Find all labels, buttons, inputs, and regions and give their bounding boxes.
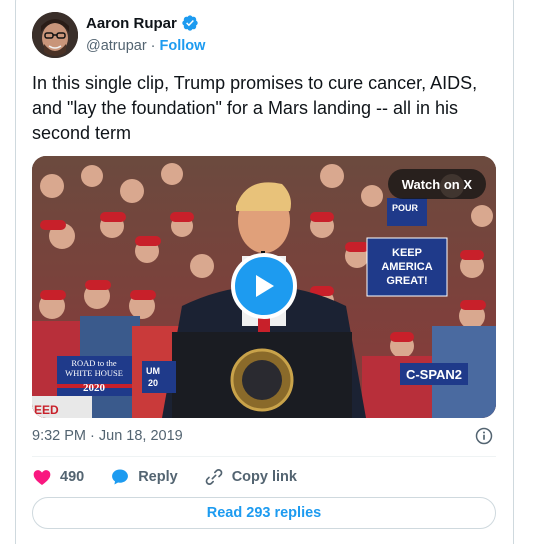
partial-sign-20: 20 [148, 378, 158, 388]
like-count: 490 [60, 469, 85, 485]
author-name[interactable]: Aaron Rupar [86, 15, 177, 32]
play-button[interactable] [231, 253, 297, 319]
copy-link-button[interactable]: Copy link [204, 467, 297, 487]
author-handle[interactable]: @atrupar [86, 38, 147, 54]
read-replies-button[interactable]: Read 293 replies [32, 497, 496, 529]
road-sign-line-1: ROAD to the [71, 358, 117, 368]
tweet-text: In this single clip, Trump promises to c… [32, 73, 478, 143]
partial-sign-eed: EED [34, 403, 59, 417]
video-player[interactable]: KEEP AMERICA GREAT! POUR ROAD to the WHI… [32, 156, 496, 418]
partial-sign-um: UM [146, 366, 160, 376]
verified-badge-icon [182, 15, 198, 31]
divider [32, 456, 496, 457]
cspan-logo: C-SPAN2 [406, 367, 462, 382]
reply-label: Reply [138, 469, 178, 485]
sign-line-1: KEEP [392, 247, 422, 259]
reply-button[interactable]: Reply [110, 467, 178, 487]
sign-line-3: GREAT! [386, 275, 427, 287]
copy-link-label: Copy link [231, 469, 297, 485]
avatar[interactable] [32, 12, 78, 58]
tweet-timestamp[interactable]: 9:32 PM · Jun 18, 2019 [32, 428, 183, 444]
road-sign-line-3: 2020 [83, 382, 106, 394]
follow-button[interactable]: Follow [160, 38, 206, 54]
link-icon [205, 469, 223, 485]
partial-sign-pour: POUR [392, 203, 419, 213]
separator-dot: · [150, 38, 156, 54]
action-bar: 490 Reply Copy link [32, 466, 323, 488]
heart-icon [33, 470, 51, 485]
play-icon [256, 275, 274, 297]
info-icon[interactable] [474, 426, 494, 446]
like-button[interactable]: 490 [32, 467, 84, 487]
road-sign-line-2: WHITE HOUSE [65, 368, 123, 378]
watch-on-x-button[interactable]: Watch on X [387, 169, 486, 199]
sign-line-2: AMERICA [381, 261, 432, 273]
reply-bubble-icon [112, 469, 129, 485]
